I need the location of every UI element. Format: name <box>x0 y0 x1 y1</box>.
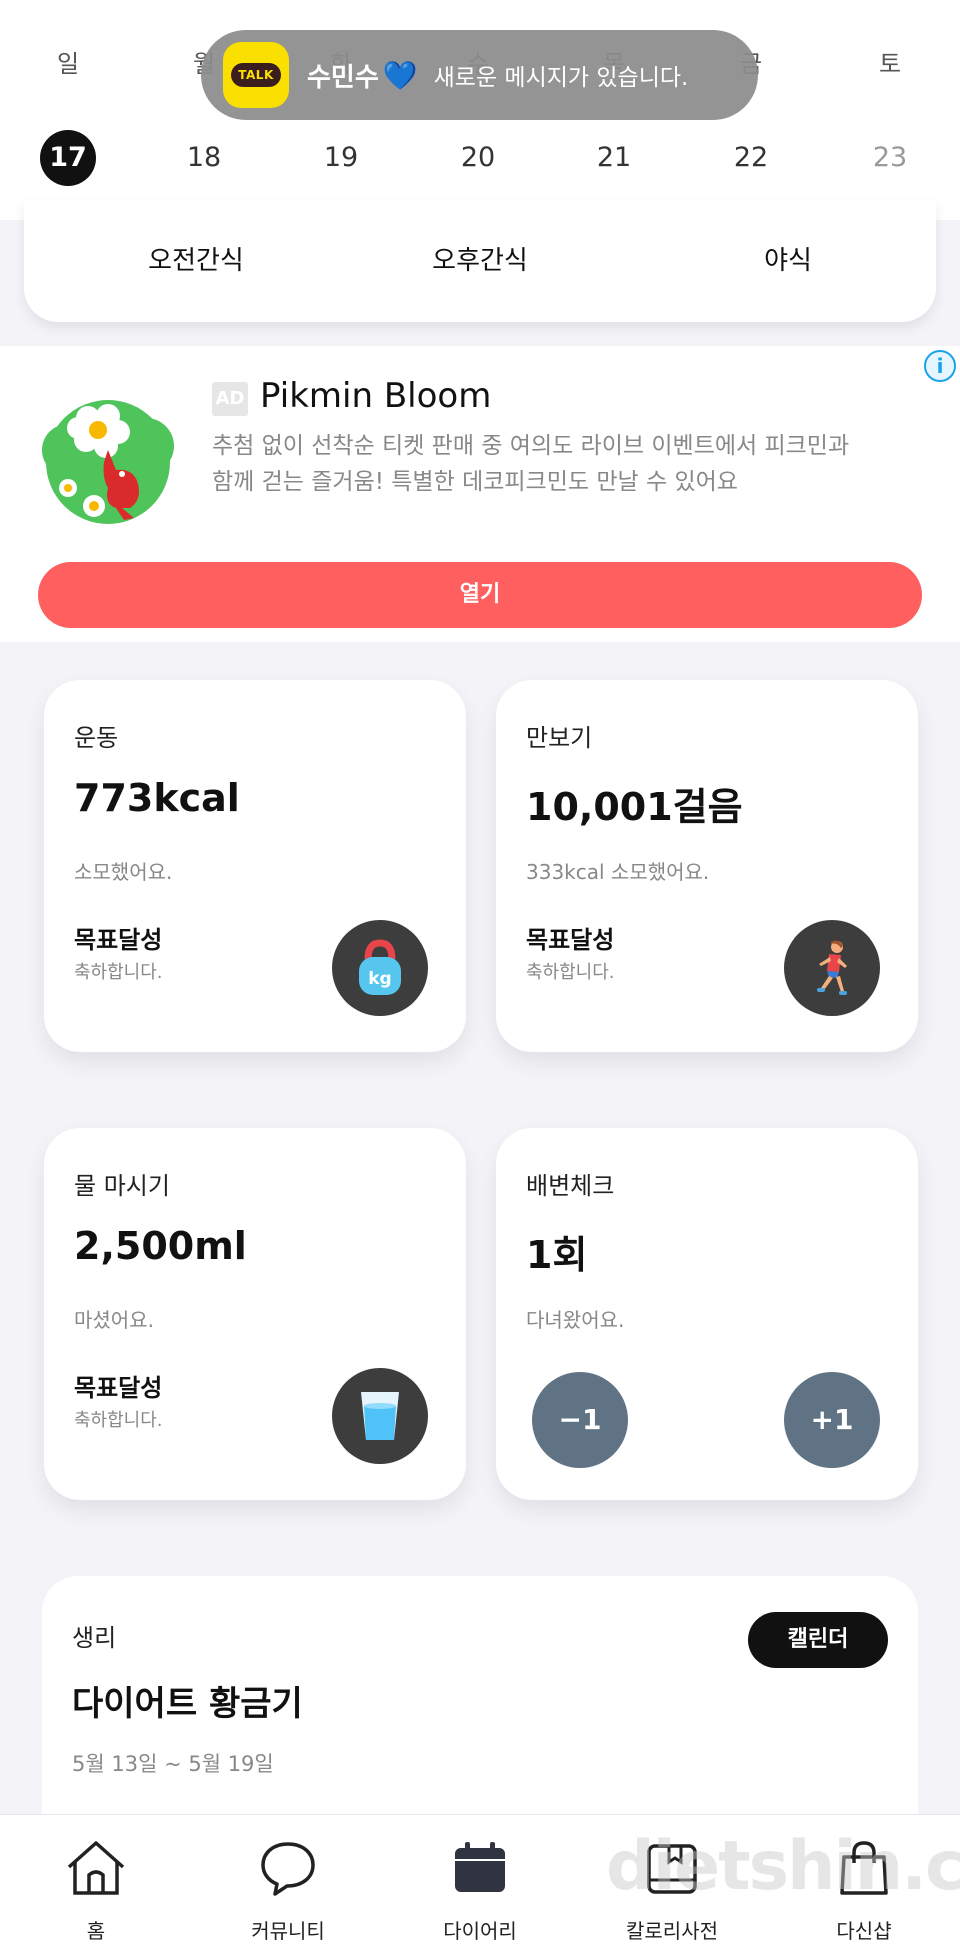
date-row: 17 18 19 20 21 22 23 <box>0 130 960 190</box>
chat-bubble-icon <box>208 1835 368 1901</box>
date-item[interactable]: 22 <box>711 142 791 173</box>
ad-badge: AD <box>212 382 248 416</box>
card-value: 1회 <box>526 1233 588 1277</box>
ad-description: 추첨 없이 선착순 티켓 판매 중 여의도 라이브 이벤트에서 피크민과 함께 … <box>212 433 850 495</box>
date-item[interactable]: 18 <box>164 142 244 173</box>
steps-card[interactable]: 만보기 10,001걸음 333kcal 소모했어요. 목표달성 축하합니다. <box>496 680 918 1052</box>
weekday-label: 일 <box>56 50 80 78</box>
toast-message: 새로운 메시지가 있습니다. <box>433 65 689 91</box>
card-value: 773kcal <box>74 776 240 820</box>
ad-title[interactable]: Pikmin Bloom <box>260 376 491 416</box>
card-sub: 333kcal 소모했어요. <box>526 860 710 884</box>
card-sub: 마셨어요. <box>74 1308 154 1332</box>
toast-sender: 수민수 <box>307 62 379 93</box>
ad-banner[interactable]: i AD Pikmin Bloom 추첨 없이 선착순 티켓 판매 중 여의도 … <box>0 346 960 642</box>
blue-heart-icon: 💙 <box>382 58 418 92</box>
kakaotalk-icon: TALK <box>223 42 289 108</box>
water-glass-icon[interactable] <box>332 1368 428 1464</box>
date-selected[interactable]: 17 <box>40 130 96 186</box>
card-sub: 다녀왔어요. <box>526 1308 625 1332</box>
kettlebell-icon[interactable]: kg <box>332 920 428 1016</box>
nav-item-home[interactable]: 홈 <box>16 1835 176 1944</box>
snack-night[interactable]: 야식 <box>678 240 898 277</box>
date-item[interactable]: 23 <box>850 142 930 173</box>
nav-item-diary[interactable]: 다이어리 <box>400 1835 560 1944</box>
card-title: 물 마시기 <box>74 1172 170 1200</box>
increment-button[interactable]: +1 <box>784 1372 880 1468</box>
decrement-button[interactable]: −1 <box>532 1372 628 1468</box>
card-goal: 목표달성 <box>74 1374 163 1402</box>
ad-open-button[interactable]: 열기 <box>38 562 922 628</box>
water-card[interactable]: 물 마시기 2,500ml 마셨어요. 목표달성 축하합니다. <box>44 1128 466 1500</box>
period-title: 다이어트 황금기 <box>72 1684 303 1724</box>
card-sub: 소모했어요. <box>74 860 173 884</box>
period-dates: 5월 13일 ~ 5월 19일 <box>72 1752 274 1776</box>
runner-icon[interactable] <box>784 920 880 1016</box>
nav-item-community[interactable]: 커뮤니티 <box>208 1835 368 1944</box>
card-value: 2,500ml <box>74 1224 247 1268</box>
card-value: 10,001걸음 <box>526 785 743 829</box>
calendar-icon <box>400 1835 560 1901</box>
exercise-card[interactable]: 운동 773kcal 소모했어요. 목표달성 축하합니다. kg <box>44 680 466 1052</box>
date-item[interactable]: 19 <box>301 142 381 173</box>
snack-morning[interactable]: 오전간식 <box>86 240 306 277</box>
pikmin-logo-icon <box>42 400 174 524</box>
bowel-check-card[interactable]: 배변체크 1회 다녀왔어요. −1 +1 <box>496 1128 918 1500</box>
period-label: 생리 <box>72 1624 117 1652</box>
nav-label: 다이어리 <box>443 1919 517 1943</box>
date-item[interactable]: 20 <box>438 142 518 173</box>
card-goal-sub: 축하합니다. <box>526 962 615 983</box>
bottom-nav: 홈 커뮤니티 다이어리 칼로리사전 다신샵 dietshin.c <box>0 1814 960 1954</box>
talk-icon-label: TALK <box>231 63 281 87</box>
notification-toast[interactable]: TALK 수민수 💙 새로운 메시지가 있습니다. <box>201 30 758 120</box>
card-title: 운동 <box>74 724 119 752</box>
svg-text:kg: kg <box>368 969 391 989</box>
nav-label: 칼로리사전 <box>626 1919 718 1943</box>
card-title: 배변체크 <box>526 1172 615 1200</box>
snack-afternoon[interactable]: 오후간식 <box>370 240 590 277</box>
nav-label: 다신샵 <box>836 1919 892 1943</box>
card-goal: 목표달성 <box>74 926 163 954</box>
info-icon[interactable]: i <box>924 350 956 382</box>
nav-label: 커뮤니티 <box>251 1919 325 1943</box>
period-card[interactable]: 생리 다이어트 황금기 5월 13일 ~ 5월 19일 캘린더 <box>42 1576 918 1836</box>
date-item[interactable]: 21 <box>574 142 654 173</box>
calendar-button[interactable]: 캘린더 <box>748 1612 888 1668</box>
card-goal-sub: 축하합니다. <box>74 1410 163 1431</box>
weekday-label: 토 <box>878 50 902 78</box>
card-goal-sub: 축하합니다. <box>74 962 163 983</box>
dietshin-watermark: dietshin.com <box>606 1827 960 1906</box>
home-icon <box>16 1835 176 1901</box>
card-title: 만보기 <box>526 724 593 752</box>
meal-card: 오전간식 오후간식 야식 <box>24 200 936 322</box>
card-goal: 목표달성 <box>526 926 615 954</box>
nav-label: 홈 <box>86 1919 106 1943</box>
